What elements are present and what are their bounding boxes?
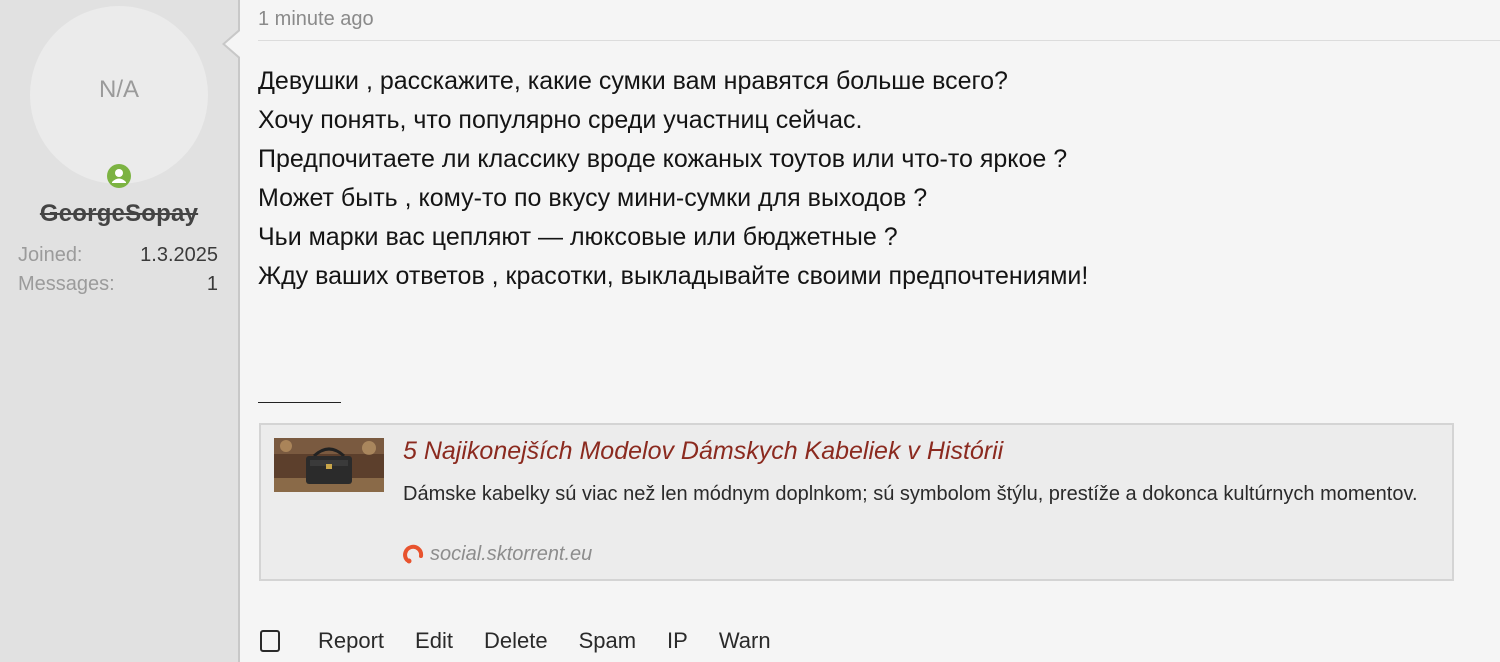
- stat-messages-value: 1: [206, 273, 218, 295]
- stat-joined: Joined: 1.3.2025: [18, 244, 218, 267]
- post-line: Чьи марки вас цепляют — люксовые или бюд…: [258, 223, 898, 251]
- handbag-thumbnail-image: [274, 438, 384, 492]
- select-post-checkbox[interactable]: [260, 630, 280, 652]
- link-preview-card[interactable]: 5 Najikonejších Modelov Dámskych Kabelie…: [259, 423, 1454, 581]
- stat-messages-label: Messages:: [18, 273, 115, 295]
- avatar[interactable]: N/A: [30, 6, 208, 184]
- stat-joined-label: Joined:: [18, 244, 83, 266]
- user-online-icon: [107, 164, 131, 188]
- preview-thumbnail[interactable]: [274, 438, 384, 492]
- user-sidebar: N/A GeorgeSopay Joined: 1.3.2025 Message…: [0, 0, 240, 662]
- message-pointer-arrow-fill: [225, 31, 240, 57]
- edit-button[interactable]: Edit: [415, 628, 453, 654]
- warn-button[interactable]: Warn: [719, 628, 771, 654]
- ip-button[interactable]: IP: [667, 628, 688, 654]
- username[interactable]: GeorgeSopay: [0, 200, 238, 228]
- date-divider: [258, 40, 1500, 41]
- preview-title-link[interactable]: 5 Najikonejších Modelov Dámskych Kabelie…: [403, 437, 1003, 466]
- message-main: 1 minute ago Девушки , расскажите, какие…: [240, 0, 1500, 662]
- post-body: Девушки , расскажите, какие сумки вам нр…: [258, 62, 1478, 296]
- post-line: Девушки , расскажите, какие сумки вам нр…: [258, 67, 1008, 95]
- stat-messages: Messages: 1: [18, 273, 218, 296]
- delete-button[interactable]: Delete: [484, 628, 548, 654]
- post-date[interactable]: 1 minute ago: [258, 8, 374, 31]
- message-post: N/A GeorgeSopay Joined: 1.3.2025 Message…: [0, 0, 1500, 662]
- stat-joined-value: 1.3.2025: [140, 244, 218, 266]
- preview-source[interactable]: social.sktorrent.eu: [403, 543, 592, 566]
- avatar-placeholder-text: N/A: [98, 76, 139, 103]
- post-line: Хочу понять, что популярно среди участни…: [258, 106, 863, 134]
- post-line: Предпочитаете ли классику вроде кожаных …: [258, 145, 1068, 173]
- post-line: Жду ваших ответов , красотки, выкладывай…: [258, 262, 1089, 290]
- site-logo-icon: [403, 544, 424, 563]
- preview-source-domain: social.sktorrent.eu: [430, 543, 593, 565]
- spam-button[interactable]: Spam: [579, 628, 636, 654]
- preview-description: Dámske kabelky sú viac než len módnym do…: [403, 483, 1418, 505]
- signature-divider: [258, 402, 341, 403]
- post-line: Может быть , кому-то по вкусу мини-сумки…: [258, 184, 928, 212]
- report-button[interactable]: Report: [318, 628, 384, 654]
- post-actions-bar: Report Edit Delete Spam IP Warn: [260, 624, 802, 658]
